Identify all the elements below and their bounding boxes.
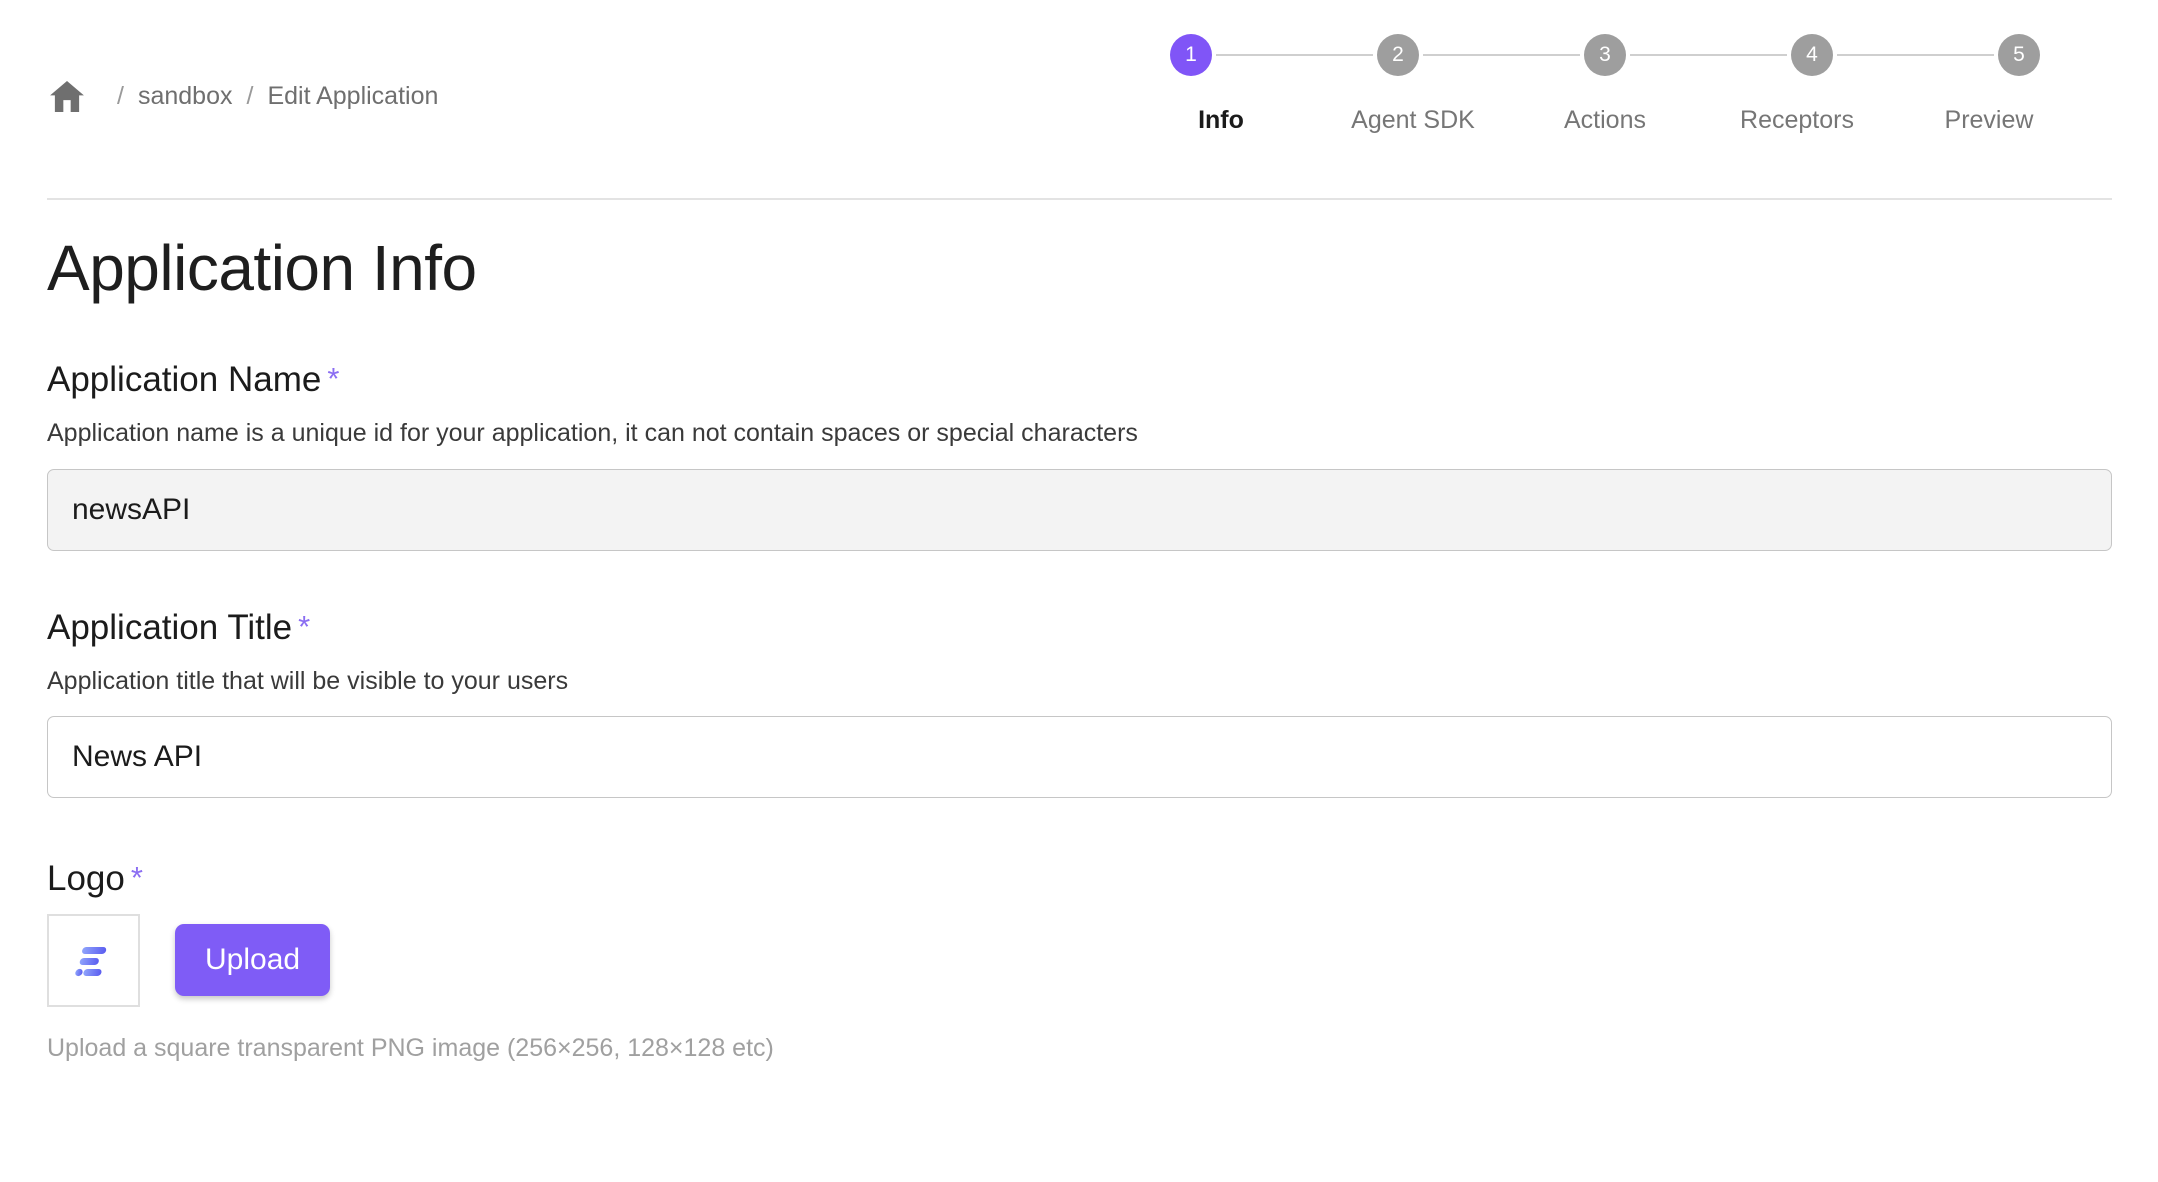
step-label-agent-sdk[interactable]: Agent SDK xyxy=(1317,106,1509,135)
breadcrumb-item-sandbox[interactable]: sandbox xyxy=(138,83,233,109)
application-name-label: Application Name * xyxy=(47,359,2158,401)
logo-label: Logo * xyxy=(47,858,2158,900)
step-circle-5[interactable]: 5 xyxy=(1998,34,2040,76)
step-circle-1[interactable]: 1 xyxy=(1170,34,1212,76)
logo-preview-thumbnail[interactable] xyxy=(47,913,140,1007)
step-label-actions[interactable]: Actions xyxy=(1509,106,1701,135)
step-circle-4[interactable]: 4 xyxy=(1791,34,1833,76)
stepper-rail: 1 2 3 4 5 xyxy=(1170,28,2040,82)
application-name-label-text: Application Name xyxy=(47,360,322,400)
step-connector-3 xyxy=(1630,54,1787,56)
required-asterisk-icon: * xyxy=(327,361,340,397)
logo-row: Upload xyxy=(47,913,2158,1007)
breadcrumb-separator-1: / xyxy=(117,81,124,110)
step-label-receptors[interactable]: Receptors xyxy=(1701,106,1893,135)
home-icon[interactable] xyxy=(47,76,87,116)
field-logo: Logo * Upload Upload a square transparen… xyxy=(47,858,2158,1063)
step-label-info[interactable]: Info xyxy=(1125,106,1317,135)
step-connector-4 xyxy=(1837,54,1994,56)
page-title: Application Info xyxy=(47,232,477,304)
page-header: / sandbox / Edit Application 1 2 3 4 5 I… xyxy=(0,0,2158,200)
field-application-title: Application Title * Application title tha… xyxy=(47,607,2158,798)
step-connector-1 xyxy=(1216,54,1373,56)
application-title-label: Application Title * xyxy=(47,607,2158,649)
application-title-input[interactable] xyxy=(47,715,2112,798)
application-info-page: / sandbox / Edit Application 1 2 3 4 5 I… xyxy=(0,0,2158,1182)
breadcrumb-item-edit-application[interactable]: Edit Application xyxy=(267,83,438,109)
stepper-labels: Info Agent SDK Actions Receptors Preview xyxy=(1125,106,2085,135)
step-circle-2[interactable]: 2 xyxy=(1377,34,1419,76)
logo-help-text: Upload a square transparent PNG image (2… xyxy=(47,1033,774,1062)
upload-logo-button[interactable]: Upload xyxy=(175,924,331,997)
application-title-help: Application title that will be visible t… xyxy=(47,666,569,695)
step-circle-3[interactable]: 3 xyxy=(1584,34,1626,76)
app-logo-icon xyxy=(71,937,117,983)
required-asterisk-icon: * xyxy=(130,859,143,895)
breadcrumb-separator-2: / xyxy=(246,81,254,110)
application-title-label-text: Application Title xyxy=(47,607,293,647)
application-name-help: Application name is a unique id for your… xyxy=(47,419,1138,448)
application-name-input[interactable] xyxy=(47,468,2112,551)
required-asterisk-icon: * xyxy=(298,608,311,644)
wizard-stepper: 1 2 3 4 5 Info Agent SDK Actions Recepto… xyxy=(1170,28,2040,148)
step-label-preview[interactable]: Preview xyxy=(1893,106,2085,135)
main-content: Application Info Application Name * Appli… xyxy=(0,199,2158,1182)
logo-label-text: Logo xyxy=(47,858,125,898)
field-application-name: Application Name * Application name is a … xyxy=(47,359,2158,551)
step-connector-2 xyxy=(1423,54,1580,56)
breadcrumb: / sandbox / Edit Application xyxy=(47,72,438,120)
